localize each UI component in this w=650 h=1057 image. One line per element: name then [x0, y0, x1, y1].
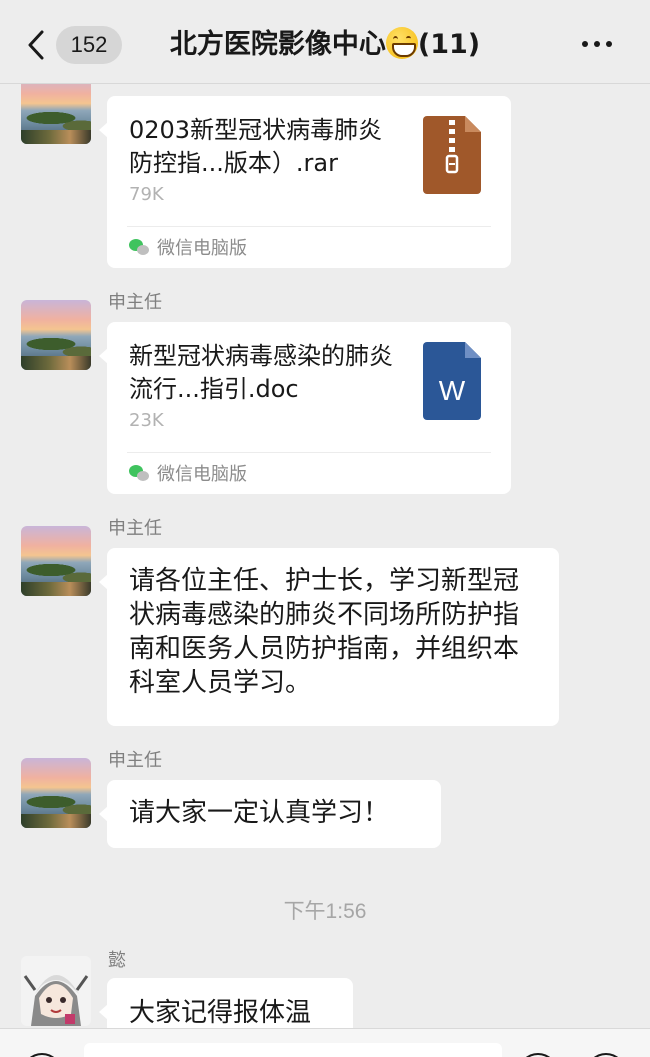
member-count: (11): [417, 29, 481, 60]
word-icon-letter: W: [439, 375, 466, 406]
zip-file-icon: [423, 116, 481, 194]
message-text: 请各位主任、护士长，学习新型冠状病毒感染的肺炎不同场所防护指南和医务人员防护指南…: [129, 566, 520, 698]
file-name: 新型冠状病毒感染的肺炎流行...指引.doc: [129, 342, 393, 403]
more-options-button[interactable]: [582, 38, 616, 50]
message-input[interactable]: [84, 1043, 502, 1057]
sender-name: 申主任: [108, 292, 162, 313]
sender-name: 申主任: [108, 750, 162, 771]
file-source-label: 微信电脑版: [157, 238, 247, 259]
chat-area: 申主任 0203新型冠状病毒肺炎防控指...版本）.rar 79K 微信电脑版 …: [0, 0, 650, 1057]
divider: [127, 452, 491, 453]
group-name: 北方医院影像中心: [169, 29, 386, 60]
emoji-button[interactable]: [518, 1053, 558, 1057]
sender-avatar[interactable]: [21, 956, 91, 1026]
file-source: 微信电脑版: [129, 462, 247, 488]
back-button[interactable]: [22, 26, 52, 64]
sender-avatar[interactable]: [21, 74, 91, 144]
unread-count-badge[interactable]: 152: [56, 26, 122, 64]
file-message-bubble[interactable]: 0203新型冠状病毒肺炎防控指...版本）.rar 79K 微信电脑版: [99, 96, 511, 268]
divider: [127, 226, 491, 227]
sender-avatar[interactable]: [21, 300, 91, 370]
wechat-icon: [129, 465, 151, 483]
wechat-icon: [129, 239, 151, 257]
text-message-bubble[interactable]: 请各位主任、护士长，学习新型冠状病毒感染的肺炎不同场所防护指南和医务人员防护指南…: [99, 548, 559, 726]
dot-icon: [606, 41, 612, 47]
sender-name: 懿: [108, 950, 126, 971]
word-file-icon: W: [423, 342, 481, 420]
voice-input-button[interactable]: [22, 1053, 62, 1057]
file-size: 79K: [129, 184, 164, 205]
text-message-bubble[interactable]: 请大家一定认真学习！: [99, 780, 441, 848]
message-text: 大家记得报体温: [129, 998, 312, 1028]
file-source-label: 微信电脑版: [157, 464, 247, 485]
message-timestamp: 下午1:56: [283, 900, 367, 923]
sender-name: 申主任: [108, 518, 162, 539]
chat-title: 北方医院影像中心 (11): [130, 24, 520, 66]
anime-avatar-icon: [21, 956, 91, 1026]
input-toolbar: [0, 1028, 650, 1057]
chat-header: 152 北方医院影像中心 (11): [0, 0, 650, 84]
dot-icon: [582, 41, 588, 47]
file-name: 0203新型冠状病毒肺炎防控指...版本）.rar: [129, 116, 383, 177]
chevron-left-icon: [28, 30, 44, 60]
file-message-bubble[interactable]: 新型冠状病毒感染的肺炎流行...指引.doc 23K W 微信电脑版: [99, 322, 511, 494]
dot-icon: [594, 41, 600, 47]
file-size: 23K: [129, 410, 164, 431]
grinning-face-emoji-icon: [385, 27, 418, 59]
sender-avatar[interactable]: [21, 758, 91, 828]
more-actions-button[interactable]: [586, 1053, 626, 1057]
message-text: 请大家一定认真学习！: [129, 798, 390, 828]
sender-avatar[interactable]: [21, 526, 91, 596]
file-source: 微信电脑版: [129, 236, 247, 262]
